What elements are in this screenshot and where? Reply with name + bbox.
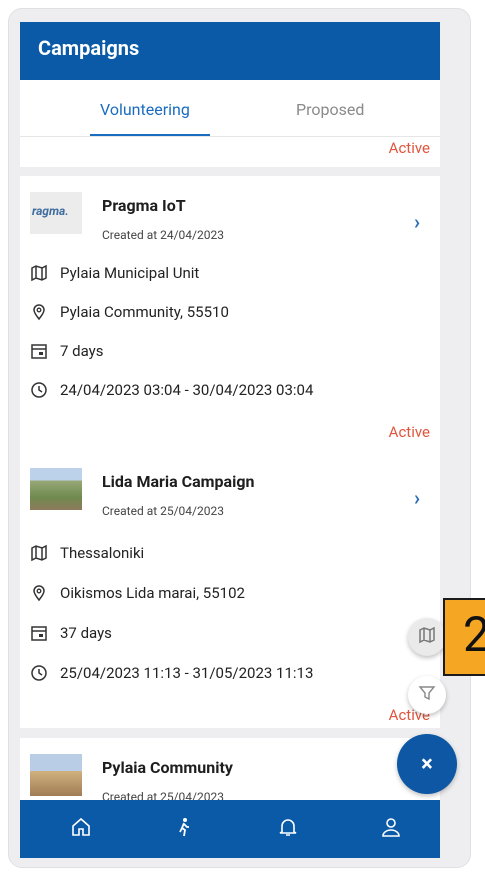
status-badge: Active (388, 139, 430, 157)
campaign-thumbnail: ragma. (30, 192, 82, 234)
walk-icon (173, 816, 195, 842)
status-badge: Active (388, 423, 430, 441)
chevron-right-icon[interactable]: › (414, 486, 420, 510)
close-fab-button[interactable]: × (397, 734, 457, 794)
campaign-title: Pragma IoT (102, 196, 186, 215)
address-row: Pylaia Community, 55510 (30, 301, 229, 323)
map-icon (418, 626, 436, 648)
clock-icon (30, 664, 48, 682)
app-bar: Campaigns (20, 22, 440, 80)
duration-row: 7 days (30, 340, 104, 362)
campaign-thumbnail (30, 754, 82, 796)
thumbnail-logo-text: ragma. (32, 204, 69, 218)
address-text: Oikismos Lida marai, 55102 (60, 584, 245, 602)
campaign-created-date: Created at 24/04/2023 (102, 228, 224, 242)
duration-row: 37 days (30, 622, 112, 644)
bell-icon (277, 816, 299, 842)
calendar-icon (30, 624, 48, 642)
nav-home[interactable] (68, 816, 94, 842)
address-row: Oikismos Lida marai, 55102 (30, 582, 245, 604)
campaign-card[interactable]: ragma. Pragma IoT Created at 24/04/2023 … (20, 176, 440, 456)
tab-volunteering[interactable]: Volunteering (100, 100, 190, 119)
campaign-created-date: Created at 25/04/2023 (102, 504, 224, 518)
period-text: 25/04/2023 11:13 - 31/05/2023 11:13 (60, 664, 314, 682)
campaign-card[interactable]: Lida Maria Campaign Created at 25/04/202… (20, 452, 440, 728)
map-icon (30, 544, 48, 562)
user-icon (380, 816, 402, 842)
location-row: Pylaia Municipal Unit (30, 262, 199, 284)
location-row: Thessaloniki (30, 542, 144, 564)
pin-icon (30, 303, 48, 321)
duration-text: 7 days (60, 342, 104, 360)
tab-indicator (90, 134, 210, 136)
nav-walk[interactable] (171, 816, 197, 842)
calendar-icon (30, 342, 48, 360)
bottom-navigation (20, 800, 440, 858)
pin-icon (30, 584, 48, 602)
location-text: Thessaloniki (60, 544, 145, 562)
period-row: 24/04/2023 03:04 - 30/04/2023 03:04 (30, 379, 313, 401)
page-title: Campaigns (38, 36, 140, 60)
duration-text: 37 days (60, 624, 112, 642)
chevron-right-icon[interactable]: › (414, 210, 420, 234)
address-text: Pylaia Community, 55510 (60, 303, 229, 321)
annotation-number: 2 (463, 606, 485, 663)
map-icon (30, 264, 48, 282)
clock-icon (30, 381, 48, 399)
map-view-button[interactable] (408, 618, 446, 656)
campaign-card[interactable]: Pylaia Community Created at 25/04/2023 (20, 738, 440, 808)
annotation-callout: 2 (443, 598, 485, 676)
close-icon: × (421, 751, 433, 777)
location-text: Pylaia Municipal Unit (60, 264, 200, 282)
campaign-title: Lida Maria Campaign (102, 472, 255, 491)
nav-profile[interactable] (378, 816, 404, 842)
tab-proposed[interactable]: Proposed (296, 100, 364, 119)
campaign-thumbnail (30, 468, 82, 510)
tab-bar: Volunteering Proposed (20, 80, 440, 137)
campaign-card-partial[interactable]: Active (20, 137, 440, 167)
home-icon (70, 816, 92, 842)
campaign-title: Pylaia Community (102, 758, 233, 777)
filter-button[interactable] (408, 676, 446, 714)
period-row: 25/04/2023 11:13 - 31/05/2023 11:13 (30, 662, 313, 684)
nav-notifications[interactable] (275, 816, 301, 842)
period-text: 24/04/2023 03:04 - 30/04/2023 03:04 (60, 381, 314, 399)
filter-icon (418, 684, 436, 706)
